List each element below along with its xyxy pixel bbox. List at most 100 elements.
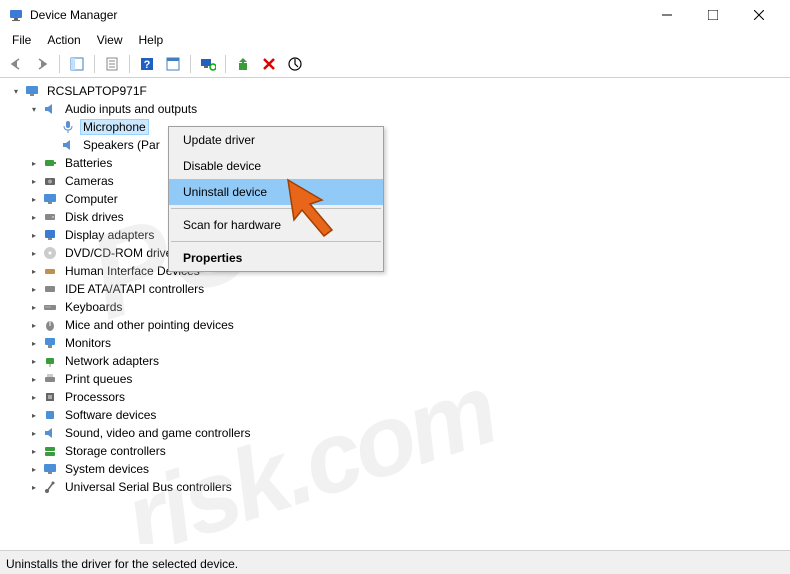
chevron-right-icon[interactable]: ▸ — [26, 425, 42, 441]
help-button[interactable]: ? — [135, 53, 159, 75]
tree-label: DVD/CD-ROM drives — [62, 245, 181, 261]
tree-microphone[interactable]: Microphone — [8, 118, 790, 136]
chevron-right-icon[interactable]: ▸ — [26, 209, 42, 225]
chevron-down-icon[interactable]: ▾ — [8, 83, 24, 99]
properties-button[interactable] — [100, 53, 124, 75]
tree-label: Batteries — [62, 155, 115, 171]
tree-keyboards[interactable]: ▸ Keyboards — [8, 298, 790, 316]
microphone-icon — [60, 119, 76, 135]
tree-label: Monitors — [62, 335, 114, 351]
tree-label: RCSLAPTOP971F — [44, 83, 150, 99]
chevron-right-icon[interactable]: ▸ — [26, 191, 42, 207]
disable-button[interactable] — [283, 53, 307, 75]
speaker-icon — [42, 101, 58, 117]
software-icon — [42, 407, 58, 423]
tree-label: Speakers (Par — [80, 137, 163, 153]
tree-hid[interactable]: ▸ Human Interface Devices — [8, 262, 790, 280]
tree-dvd[interactable]: ▸ DVD/CD-ROM drives — [8, 244, 790, 262]
app-icon — [8, 7, 24, 23]
tree-label: Keyboards — [62, 299, 125, 315]
tree-root[interactable]: ▾ RCSLAPTOP971F — [8, 82, 790, 100]
tree-label: Audio inputs and outputs — [62, 101, 200, 117]
tree-network[interactable]: ▸ Network adapters — [8, 352, 790, 370]
menu-file[interactable]: File — [4, 31, 39, 49]
tree-disk[interactable]: ▸ Disk drives — [8, 208, 790, 226]
keyboard-icon — [42, 299, 58, 315]
tree-storage[interactable]: ▸ Storage controllers — [8, 442, 790, 460]
toolbar: ? — [0, 50, 790, 78]
menubar: File Action View Help — [0, 30, 790, 50]
uninstall-button[interactable] — [257, 53, 281, 75]
tree-batteries[interactable]: ▸ Batteries — [8, 154, 790, 172]
tree-label: Sound, video and game controllers — [62, 425, 253, 441]
tree-cameras[interactable]: ▸ Cameras — [8, 172, 790, 190]
dvd-icon — [42, 245, 58, 261]
speaker-icon — [60, 137, 76, 153]
tree-display[interactable]: ▸ Display adapters — [8, 226, 790, 244]
network-icon — [42, 353, 58, 369]
scan-hardware-button[interactable] — [196, 53, 220, 75]
view-button[interactable] — [161, 53, 185, 75]
device-tree: PC risk.com ▾ RCSLAPTOP971F ▾ Audio inpu… — [0, 78, 790, 544]
chevron-right-icon[interactable]: ▸ — [26, 353, 42, 369]
chevron-right-icon[interactable]: ▸ — [26, 281, 42, 297]
tree-print[interactable]: ▸ Print queues — [8, 370, 790, 388]
chevron-right-icon[interactable]: ▸ — [26, 245, 42, 261]
tree-label: System devices — [62, 461, 152, 477]
chevron-right-icon[interactable]: ▸ — [26, 173, 42, 189]
camera-icon — [42, 173, 58, 189]
show-hide-button[interactable] — [65, 53, 89, 75]
chevron-right-icon[interactable]: ▸ — [26, 263, 42, 279]
tree-speakers[interactable]: Speakers (Par — [8, 136, 790, 154]
tree-label: IDE ATA/ATAPI controllers — [62, 281, 207, 297]
tree-computer[interactable]: ▸ Computer — [8, 190, 790, 208]
menu-help[interactable]: Help — [131, 31, 172, 49]
maximize-button[interactable] — [690, 0, 736, 30]
computer-icon — [24, 83, 40, 99]
chevron-right-icon[interactable]: ▸ — [26, 461, 42, 477]
titlebar: Device Manager — [0, 0, 790, 30]
chevron-right-icon[interactable]: ▸ — [26, 371, 42, 387]
tree-sound[interactable]: ▸ Sound, video and game controllers — [8, 424, 790, 442]
tree-label: Microphone — [80, 119, 149, 135]
svg-text:?: ? — [144, 59, 151, 71]
chevron-right-icon[interactable]: ▸ — [26, 155, 42, 171]
statusbar: Uninstalls the driver for the selected d… — [0, 550, 790, 574]
printer-icon — [42, 371, 58, 387]
chevron-right-icon[interactable]: ▸ — [26, 317, 42, 333]
tree-ide[interactable]: ▸ IDE ATA/ATAPI controllers — [8, 280, 790, 298]
tree-label: Universal Serial Bus controllers — [62, 479, 235, 495]
chevron-right-icon[interactable]: ▸ — [26, 479, 42, 495]
speaker-icon — [42, 425, 58, 441]
chevron-right-icon[interactable]: ▸ — [26, 227, 42, 243]
monitor-icon — [42, 335, 58, 351]
tree-label: Computer — [62, 191, 121, 207]
tree-system[interactable]: ▸ System devices — [8, 460, 790, 478]
chevron-right-icon[interactable]: ▸ — [26, 389, 42, 405]
ctx-update-driver[interactable]: Update driver — [169, 127, 383, 153]
tree-usb[interactable]: ▸ Universal Serial Bus controllers — [8, 478, 790, 496]
forward-button[interactable] — [30, 53, 54, 75]
chevron-right-icon[interactable]: ▸ — [26, 443, 42, 459]
tree-mice[interactable]: ▸ Mice and other pointing devices — [8, 316, 790, 334]
tree-label: Mice and other pointing devices — [62, 317, 237, 333]
usb-icon — [42, 479, 58, 495]
tree-audio[interactable]: ▾ Audio inputs and outputs — [8, 100, 790, 118]
menu-view[interactable]: View — [89, 31, 131, 49]
tree-processors[interactable]: ▸ Processors — [8, 388, 790, 406]
menu-action[interactable]: Action — [39, 31, 88, 49]
chevron-right-icon[interactable]: ▸ — [26, 299, 42, 315]
tree-monitors[interactable]: ▸ Monitors — [8, 334, 790, 352]
chevron-down-icon[interactable]: ▾ — [26, 101, 42, 117]
back-button[interactable] — [4, 53, 28, 75]
tree-label: Processors — [62, 389, 128, 405]
close-button[interactable] — [736, 0, 782, 30]
controller-icon — [42, 281, 58, 297]
minimize-button[interactable] — [644, 0, 690, 30]
tree-software[interactable]: ▸ Software devices — [8, 406, 790, 424]
tree-label: Storage controllers — [62, 443, 169, 459]
chevron-right-icon[interactable]: ▸ — [26, 335, 42, 351]
update-driver-button[interactable] — [231, 53, 255, 75]
hid-icon — [42, 263, 58, 279]
chevron-right-icon[interactable]: ▸ — [26, 407, 42, 423]
